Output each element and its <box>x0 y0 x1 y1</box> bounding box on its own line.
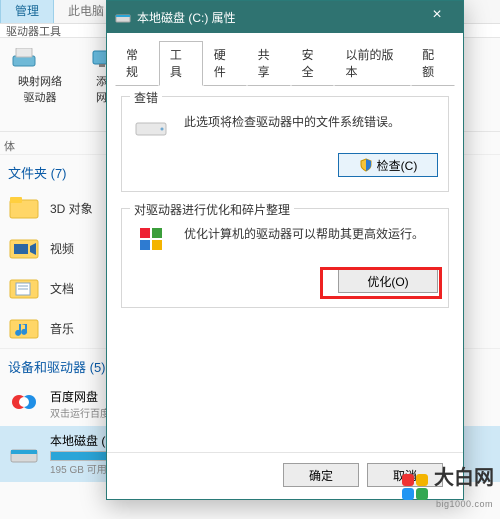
drive-check-icon <box>132 113 172 139</box>
tab-quota[interactable]: 配额 <box>411 41 455 86</box>
tab-hardware[interactable]: 硬件 <box>203 41 247 86</box>
group-legend: 查错 <box>130 89 162 106</box>
group-description: 优化计算机的驱动器可以帮助其更高效运行。 <box>184 225 424 243</box>
folder-label: 视频 <box>50 240 74 257</box>
group-optimize: 对驱动器进行优化和碎片整理 优化计算机的驱动器可以帮助其更高效运行。 优化(O) <box>121 208 449 308</box>
ok-button[interactable]: 确定 <box>283 463 359 487</box>
check-button[interactable]: 检查(C) <box>338 153 438 177</box>
network-drive-icon <box>10 48 70 70</box>
folder-label: 音乐 <box>50 320 74 337</box>
group-description: 此选项将检查驱动器中的文件系统错误。 <box>184 113 400 131</box>
folder-icon <box>8 272 40 304</box>
folder-label: 3D 对象 <box>50 200 93 217</box>
tab-general[interactable]: 常规 <box>115 41 159 86</box>
watermark-logo-icon <box>402 474 428 500</box>
watermark-name: 大白网 <box>434 467 494 489</box>
close-icon: × <box>432 6 441 23</box>
shield-icon <box>359 158 373 172</box>
button-label: 检查(C) <box>377 157 418 174</box>
folder-label: 文档 <box>50 280 74 297</box>
folder-icon <box>8 312 40 344</box>
properties-dialog: 本地磁盘 (C:) 属性 × 常规 工具 硬件 共享 安全 以前的版本 配额 查… <box>106 0 464 500</box>
dialog-titlebar[interactable]: 本地磁盘 (C:) 属性 × <box>107 1 463 33</box>
ribbon-map-network-drive[interactable]: 映射网络 驱动器 <box>10 48 70 105</box>
button-label: 优化(O) <box>367 273 408 290</box>
drive-icon <box>8 438 40 470</box>
watermark-domain: big1000.com <box>436 499 493 509</box>
optimize-button[interactable]: 优化(O) <box>338 269 438 293</box>
tab-security[interactable]: 安全 <box>291 41 335 86</box>
drive-icon <box>115 9 131 25</box>
group-error-checking: 查错 此选项将检查驱动器中的文件系统错误。 检查(C) <box>121 96 449 192</box>
folder-icon <box>8 232 40 264</box>
ribbon-label: 映射网络 驱动器 <box>18 76 62 104</box>
dialog-tabs: 常规 工具 硬件 共享 安全 以前的版本 配额 <box>107 33 463 86</box>
tab-sharing[interactable]: 共享 <box>247 41 291 86</box>
tab-previous-versions[interactable]: 以前的版本 <box>334 41 411 86</box>
ribbon-tab-manage[interactable]: 管理 <box>0 0 54 23</box>
tab-tools[interactable]: 工具 <box>159 41 203 86</box>
defrag-icon <box>132 225 172 255</box>
close-button[interactable]: × <box>417 1 457 33</box>
dialog-title: 本地磁盘 (C:) 属性 <box>137 9 417 26</box>
watermark: 大白网 big1000.com <box>402 461 494 513</box>
group-legend: 对驱动器进行优化和碎片整理 <box>130 201 294 218</box>
folder-icon <box>8 192 40 224</box>
baidu-icon <box>8 388 40 420</box>
